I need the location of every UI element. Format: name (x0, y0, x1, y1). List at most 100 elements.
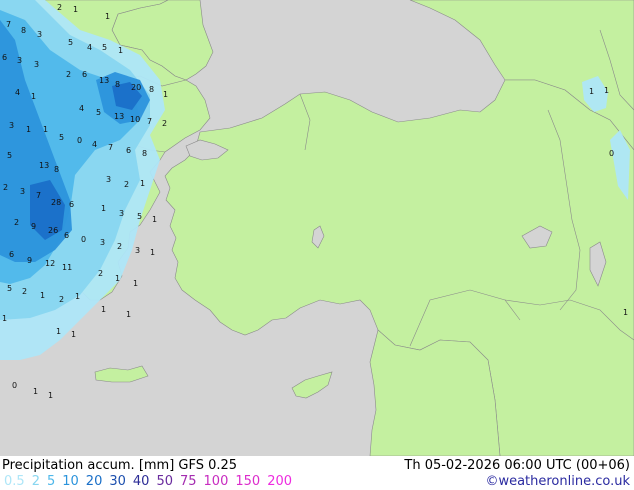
precip-value: 5 (7, 151, 12, 160)
precip-value: 1 (26, 125, 31, 134)
legend-item: 2 (31, 474, 40, 489)
precip-value: 3 (135, 246, 140, 255)
precip-value: 0 (77, 136, 82, 145)
precip-value: 5 (59, 133, 64, 142)
map-container: 7 8 3 2 1 1 5 4 5 6 3 3 1 2 6 13 8 20 8 1 4 1 4 5 13 10 7 2 3 1 1 5 0 4 7 6… (0, 0, 634, 490)
precip-value: 6 (64, 231, 69, 240)
precip-value: 6 (126, 146, 131, 155)
precip-value: 13 (114, 112, 124, 121)
precip-value: 8 (54, 165, 59, 174)
precip-value: 1 (75, 292, 80, 301)
precip-value: 6 (9, 250, 14, 259)
legend-item: 20 (85, 474, 103, 489)
precip-value: 8 (115, 80, 120, 89)
precip-value: 9 (31, 222, 36, 231)
legend-item: 30 (109, 474, 126, 489)
precip-value: 1 (126, 310, 131, 319)
precip-value: 8 (142, 149, 147, 158)
precip-value: 5 (137, 212, 142, 221)
precip-value: 2 (98, 269, 103, 278)
precip-value: 5 (96, 108, 101, 117)
precip-value: 26 (48, 226, 58, 235)
legend-item: 75 (179, 474, 197, 489)
precip-value: 1 (150, 248, 155, 257)
legend-item: 200 (267, 474, 293, 489)
legend-item: 5 (46, 474, 56, 489)
precip-value: 8 (149, 85, 154, 94)
precip-value: 2 (3, 183, 8, 192)
precip-value: 6 (2, 53, 7, 62)
precip-value: 5 (68, 38, 73, 47)
precip-value: 1 (133, 279, 138, 288)
legend-item: 150 (235, 474, 261, 489)
precip-value: 1 (40, 291, 45, 300)
precip-value: 0 (609, 149, 614, 158)
precip-value: 3 (106, 175, 111, 184)
precip-value: 2 (14, 218, 19, 227)
precip-value: 1 (105, 12, 110, 21)
precip-value: 4 (92, 140, 97, 149)
precip-value: 1 (43, 125, 48, 134)
precip-value: 1 (101, 204, 106, 213)
precip-value: 1 (604, 86, 609, 95)
precip-value: 4 (15, 88, 20, 97)
precip-value: 1 (2, 314, 7, 323)
precip-value: 6 (69, 200, 74, 209)
precip-value: 10 (130, 115, 140, 124)
precip-value: 1 (71, 330, 76, 339)
precip-value: 1 (101, 305, 106, 314)
precip-value: 1 (115, 274, 120, 283)
precip-value: 5 (102, 43, 107, 52)
precip-value: 1 (623, 308, 628, 317)
precip-value: 13 (39, 161, 49, 170)
precip-value: 7 (36, 191, 41, 200)
precip-value: 7 (108, 143, 113, 152)
precip-value: 7 (6, 20, 11, 29)
precip-value: 3 (20, 187, 25, 196)
legend-item: 100 (203, 474, 229, 489)
precip-value: 12 (45, 259, 55, 268)
precip-value: 2 (117, 242, 122, 251)
color-legend: 0.5 2 5 10 20 30 40 50 75 100 150 200 (4, 474, 299, 489)
precip-value: 11 (62, 263, 72, 272)
precip-value: 1 (73, 5, 78, 14)
precip-value: 1 (56, 327, 61, 336)
precip-value: 3 (119, 209, 124, 218)
precip-value: 1 (31, 92, 36, 101)
legend-item: 0.5 (4, 474, 25, 489)
precip-value: 2 (59, 295, 64, 304)
legend-item: 10 (62, 474, 79, 489)
precip-value: 1 (163, 90, 168, 99)
precip-value: 8 (21, 26, 26, 35)
precip-value: 3 (100, 238, 105, 247)
precip-value: 1 (118, 46, 123, 55)
precip-value: 1 (48, 391, 53, 400)
footer: Precipitation accum. [mm] GFS 0.25 Th 05… (0, 456, 634, 490)
copyright-link[interactable]: ©weatheronline.co.uk (485, 474, 630, 489)
precip-value: 28 (51, 198, 61, 207)
precip-value: 1 (589, 87, 594, 96)
precip-value: 3 (37, 30, 42, 39)
precip-value: 5 (7, 284, 12, 293)
precip-value: 6 (82, 70, 87, 79)
valid-datetime: Th 05-02-2026 06:00 UTC (00+06) (404, 458, 630, 473)
precip-value: 3 (9, 121, 14, 130)
precip-value: 2 (22, 287, 27, 296)
precip-value: 0 (12, 381, 17, 390)
precip-value: 13 (99, 76, 109, 85)
precip-value: 1 (33, 387, 38, 396)
precip-value: 2 (57, 3, 62, 12)
precip-value: 1 (152, 215, 157, 224)
precip-value: 4 (87, 43, 92, 52)
precip-value: 4 (79, 104, 84, 113)
precip-value: 0 (81, 235, 86, 244)
precip-value: 2 (66, 70, 71, 79)
map-title: Precipitation accum. [mm] GFS 0.25 (2, 458, 238, 473)
precip-value: 20 (131, 83, 141, 92)
precip-value: 1 (140, 179, 145, 188)
precipitation-map: 78 32 1154 56 3 312 613 8 20 814 14 5 13 10 7 23 1 15 0 4 7 6… (0, 0, 634, 456)
precip-value: 9 (27, 256, 32, 265)
precip-value: 7 (147, 117, 152, 126)
precip-value: 3 (34, 60, 39, 69)
precip-value: 2 (124, 180, 129, 189)
